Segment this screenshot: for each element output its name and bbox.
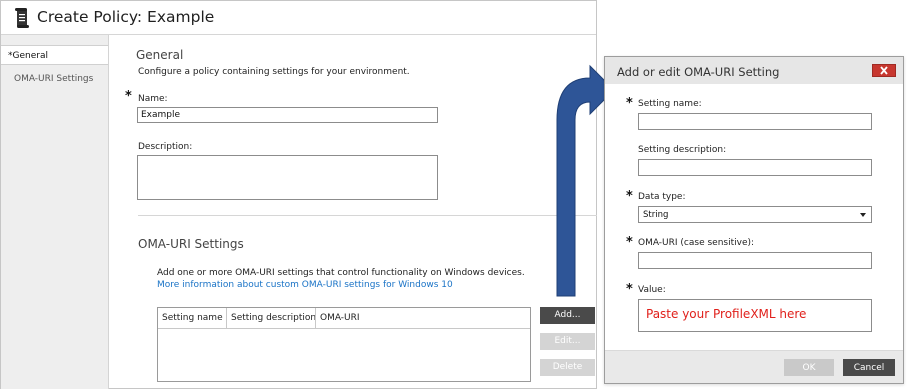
value-label: Value: [638,285,666,295]
data-type-selected-value: String [643,210,669,220]
edit-button[interactable]: Edit... [540,333,595,350]
policy-scroll-icon [15,8,29,28]
oma-uri-setting-dialog: Add or edit OMA-URI Setting * Setting na… [604,56,904,384]
dialog-title-bar: Add or edit OMA-URI Setting [605,57,903,84]
column-header-setting-description[interactable]: Setting description [227,308,316,328]
cancel-button[interactable]: Cancel [843,359,895,376]
table-header-row: Setting name Setting description OMA-URI [158,308,530,329]
oma-uri-section-heading: OMA-URI Settings [138,237,244,251]
required-marker: * [626,235,633,250]
window-title: Create Policy: Example [37,8,215,26]
setting-name-input[interactable] [638,113,872,130]
name-input[interactable] [137,107,438,123]
sidebar-item-general[interactable]: *General [1,45,108,65]
section-divider [138,215,597,216]
general-section-heading: General [136,48,184,62]
oma-uri-settings-table: Setting name Setting description OMA-URI [157,307,531,382]
create-policy-window: Create Policy: Example *General OMA-URI … [0,0,597,389]
data-type-select[interactable]: String [638,206,872,223]
oma-uri-info-link[interactable]: More information about custom OMA-URI se… [157,280,453,290]
close-icon[interactable] [872,64,896,77]
oma-uri-input[interactable] [638,252,872,269]
required-marker: * [626,282,633,297]
value-textarea[interactable]: Paste your ProfileXML here [638,299,872,332]
oma-uri-section-description: Add one or more OMA-URI settings that co… [157,268,525,278]
title-bar: Create Policy: Example [1,1,596,35]
required-marker: * [125,89,132,104]
sidebar: *General OMA-URI Settings [1,35,109,389]
delete-button[interactable]: Delete [540,359,595,376]
description-label: Description: [138,142,193,152]
description-textarea[interactable] [137,155,438,200]
sidebar-item-oma-uri-settings[interactable]: OMA-URI Settings [1,71,108,87]
column-header-setting-name[interactable]: Setting name [158,308,223,328]
name-label: Name: [138,94,168,104]
data-type-label: Data type: [638,192,686,202]
value-placeholder-annotation: Paste your ProfileXML here [646,307,807,321]
general-section-description: Configure a policy containing settings f… [138,67,410,77]
required-marker: * [626,189,633,204]
ok-button[interactable]: OK [784,359,834,376]
dialog-footer: OK Cancel [605,350,903,383]
required-marker: * [626,96,633,111]
chevron-down-icon [860,213,866,217]
add-button[interactable]: Add... [540,307,595,324]
oma-uri-label: OMA-URI (case sensitive): [638,238,755,248]
column-header-oma-uri[interactable]: OMA-URI [316,308,360,328]
setting-description-input[interactable] [638,159,872,176]
setting-description-label: Setting description: [638,145,727,155]
setting-name-label: Setting name: [638,99,702,109]
dialog-title: Add or edit OMA-URI Setting [617,65,780,79]
